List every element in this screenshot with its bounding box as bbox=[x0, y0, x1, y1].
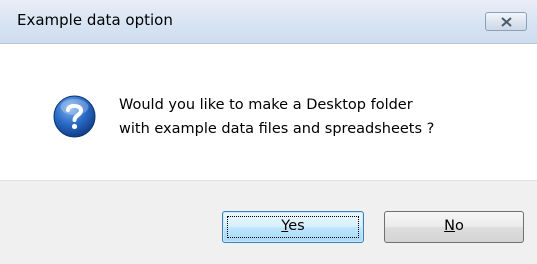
yes-button[interactable]: Yes bbox=[222, 211, 364, 243]
button-bar: Yes No bbox=[0, 180, 537, 264]
dialog-title: Example data option bbox=[17, 11, 173, 29]
dialog-content: Would you like to make a Desktop folder … bbox=[0, 44, 537, 180]
message-line-2: with example data files and spreadsheets… bbox=[119, 121, 435, 137]
question-icon bbox=[53, 95, 96, 138]
close-button[interactable] bbox=[485, 12, 527, 31]
message-line-1: Would you like to make a Desktop folder bbox=[119, 97, 413, 113]
dialog-message: Would you like to make a Desktop folder … bbox=[119, 93, 434, 141]
no-button[interactable]: No bbox=[384, 211, 524, 243]
no-button-label: No bbox=[444, 218, 464, 234]
title-bar[interactable]: Example data option bbox=[0, 0, 537, 44]
yes-button-label: Yes bbox=[281, 218, 305, 234]
close-icon bbox=[501, 17, 512, 27]
example-data-dialog: Example data option Would you like to ma… bbox=[0, 0, 537, 264]
